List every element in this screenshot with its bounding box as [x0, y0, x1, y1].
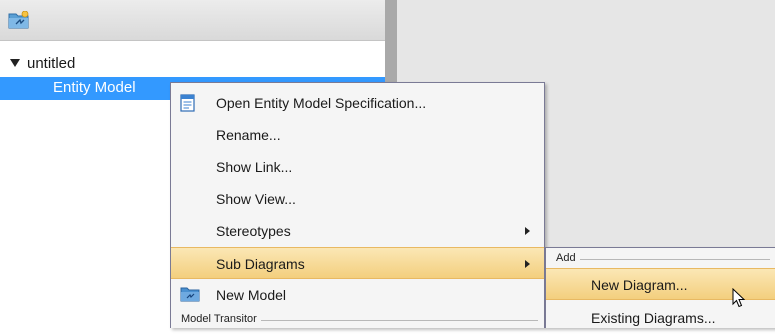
menu-group-header: Add	[546, 252, 775, 266]
tree-node-root[interactable]: untitled	[10, 53, 75, 73]
group-header-label: Model Transitor	[181, 313, 261, 325]
menu-item-label: New Model	[216, 287, 287, 303]
specification-icon	[180, 94, 196, 115]
menu-item-label: Existing Diagrams...	[591, 310, 716, 326]
menu-item-sub-diagrams[interactable]: Sub Diagrams	[171, 247, 544, 279]
menu-item-label: Stereotypes	[216, 223, 291, 239]
menu-item-label: New Diagram...	[591, 277, 688, 293]
group-header-label: Add	[556, 252, 580, 264]
menu-item-rename[interactable]: Rename...	[171, 119, 544, 151]
menu-item-stereotypes[interactable]: Stereotypes	[171, 215, 544, 247]
tree-node-label: untitled	[27, 54, 76, 72]
menu-item-show-link[interactable]: Show Link...	[171, 151, 544, 183]
tree-toolbar	[0, 0, 385, 41]
model-icon	[180, 286, 200, 305]
tree-node-label: Entity Model	[53, 79, 136, 96]
submenu-arrow-icon	[525, 227, 530, 235]
menu-item-label: Sub Diagrams	[216, 256, 305, 272]
menu-item-label: Show View...	[216, 191, 296, 207]
expand-arrow-icon[interactable]	[10, 59, 20, 67]
menu-item-show-view[interactable]: Show View...	[171, 183, 544, 215]
menu-item-label: Open Entity Model Specification...	[216, 95, 427, 111]
folder-diagram-icon[interactable]	[8, 10, 30, 29]
menu-group-header: Model Transitor	[171, 313, 544, 327]
mouse-cursor-icon	[732, 287, 746, 311]
menu-item-open-specification[interactable]: Open Entity Model Specification...	[171, 87, 544, 119]
context-menu: Open Entity Model Specification... Renam…	[170, 82, 545, 328]
separator-line	[556, 259, 770, 260]
menu-item-label: Rename...	[216, 127, 281, 143]
menu-item-new-model[interactable]: New Model	[171, 279, 544, 311]
menu-item-label: Show Link...	[216, 159, 293, 175]
submenu-arrow-icon	[525, 260, 530, 268]
